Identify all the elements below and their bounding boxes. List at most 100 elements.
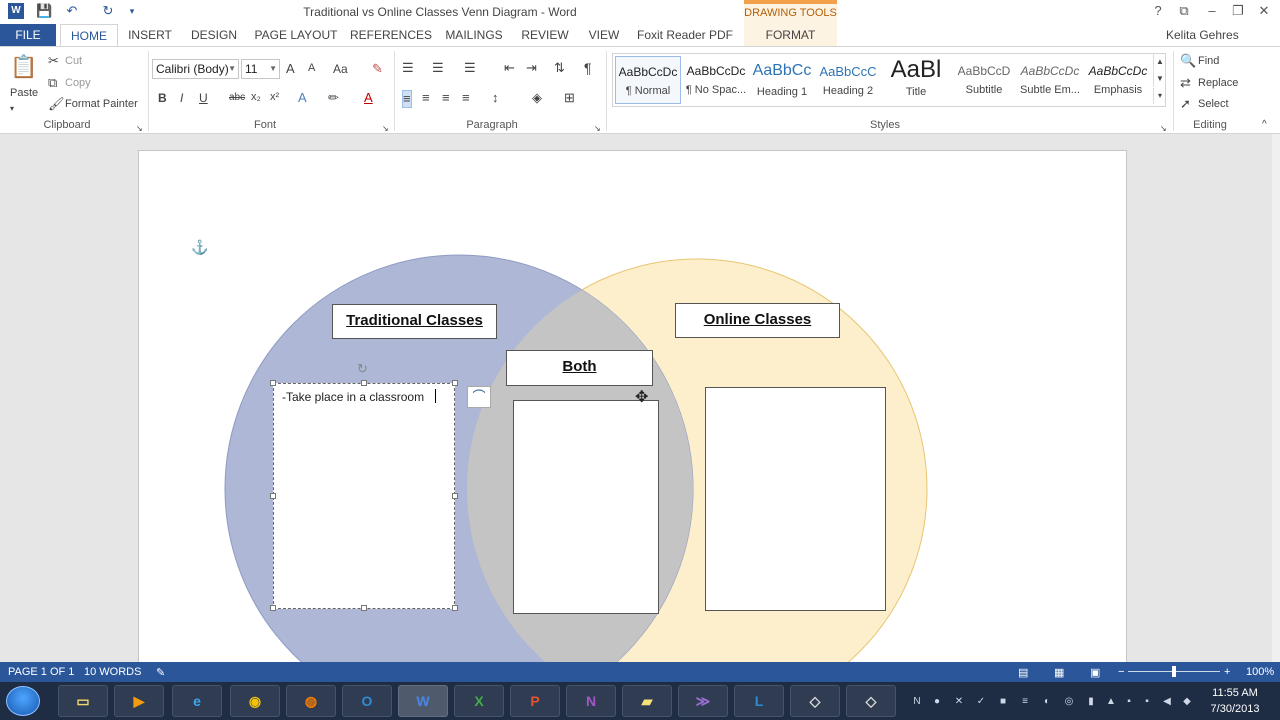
show-formatting-marks-button[interactable]: ¶ [584,60,592,76]
style-subtle-emphasis[interactable]: AaBbCcDc Subtle Em... [1017,56,1083,104]
resize-handle[interactable] [452,380,458,386]
internet-explorer-icon[interactable]: e [172,685,222,717]
clock-time[interactable]: 11:55 AM [1200,687,1270,699]
tab-mailings[interactable]: MAILINGS [440,24,508,46]
paste-button[interactable]: Paste [10,87,38,99]
tray-icon[interactable]: ▮ [1084,696,1098,708]
tab-design[interactable]: DESIGN [184,24,244,46]
app-icon[interactable]: ◇ [790,685,840,717]
paste-icon[interactable]: 📋 [10,53,38,81]
find-icon[interactable]: 🔍 [1180,53,1196,69]
explorer-icon[interactable]: ▭ [58,685,108,717]
tab-page-layout[interactable]: PAGE LAYOUT [250,24,342,46]
superscript-button[interactable]: x² [270,91,279,103]
traditional-classes-label[interactable]: Traditional Classes [332,304,497,339]
tray-icon[interactable]: ▪ [1140,696,1154,708]
copy-button[interactable]: Copy [65,77,91,89]
close-icon[interactable]: ✕ [1252,2,1276,20]
zoom-level[interactable]: 100% [1246,666,1274,678]
format-painter-button[interactable]: Format Painter [65,98,138,110]
sticky-notes-icon[interactable]: ▰ [622,685,672,717]
resize-handle[interactable] [452,493,458,499]
ribbon-display-options-icon[interactable]: ⧉ [1172,2,1196,20]
web-layout-icon[interactable]: ▣ [1090,666,1100,679]
italic-button[interactable]: I [180,91,183,105]
chrome-icon[interactable]: ◉ [230,685,280,717]
read-mode-icon[interactable]: ▤ [1018,666,1028,679]
tab-home[interactable]: HOME [60,24,118,46]
subscript-button[interactable]: x₂ [251,91,261,103]
zoom-slider-thumb[interactable] [1172,666,1176,677]
tab-foxit-reader-pdf[interactable]: Foxit Reader PDF [634,24,736,46]
decrease-indent-icon[interactable]: ⇤ [504,60,515,76]
zoom-in-icon[interactable]: + [1224,666,1230,678]
style-heading-1[interactable]: AaBbCc Heading 1 [749,56,815,104]
multilevel-list-icon[interactable]: ☰ [464,60,476,76]
select-icon[interactable]: ➚ [1180,96,1191,112]
styles-more-icon[interactable]: ▾ [1153,88,1166,104]
increase-indent-icon[interactable]: ⇥ [526,60,537,76]
clear-formatting-icon[interactable]: ✎ [372,61,383,77]
format-painter-icon[interactable]: 🖌 [48,96,65,112]
layout-options-icon[interactable]: ⌒ [467,386,491,408]
document-page[interactable]: ⚓ Traditional Classes Online Classes Bot… [138,150,1127,663]
page-count[interactable]: PAGE 1 OF 1 [8,666,74,678]
restore-icon[interactable]: ❐ [1226,2,1250,20]
tab-review[interactable]: REVIEW [514,24,576,46]
font-size-select[interactable]: 11 ▼ [241,59,280,79]
align-center-icon[interactable]: ≡ [422,90,430,106]
strikethrough-button[interactable]: abc [229,92,245,103]
print-layout-icon[interactable]: ▦ [1054,666,1064,679]
volume-icon[interactable]: ◀ [1160,696,1174,708]
bullets-icon[interactable]: ☰ [402,60,414,76]
find-button[interactable]: Find [1198,55,1219,67]
lync-icon[interactable]: L [734,685,784,717]
underline-button[interactable]: U [199,91,208,105]
borders-icon[interactable]: ⊞ [564,90,575,106]
numbering-icon[interactable]: ☰ [432,60,444,76]
paste-dropdown-icon[interactable]: ▾ [10,101,14,117]
highlight-icon[interactable]: ✏ [328,90,339,106]
traditional-text-box[interactable]: -Take place in a classroom [273,383,455,609]
select-button[interactable]: Select [1198,98,1229,110]
network-icon[interactable]: ▲ [1104,696,1118,708]
tray-icon[interactable]: ≡ [1018,696,1032,708]
visual-studio-icon[interactable]: ≫ [678,685,728,717]
word-taskbar-icon[interactable]: W [398,685,448,717]
tray-icon[interactable]: ● [930,696,944,708]
media-player-icon[interactable]: ▶ [114,685,164,717]
both-text-box[interactable] [513,400,659,614]
help-button[interactable]: ? [1146,2,1170,20]
resize-handle[interactable] [270,493,276,499]
text-effects-icon[interactable]: A [298,90,307,106]
minimize-icon[interactable]: – [1200,2,1224,20]
style-no-spacing[interactable]: AaBbCcDc ¶ No Spac... [683,56,749,104]
copy-icon[interactable]: ⧉ [48,75,57,91]
replace-button[interactable]: Replace [1198,77,1238,89]
tray-icon[interactable]: ✓ [974,696,988,708]
shrink-font-button[interactable]: A [308,62,315,74]
tab-references[interactable]: REFERENCES [348,24,434,46]
collapse-ribbon-icon[interactable]: ^ [1262,117,1267,133]
vertical-scrollbar[interactable] [1272,134,1280,662]
styles-scroll-up-icon[interactable]: ▲ [1153,54,1166,70]
start-button[interactable] [6,686,40,716]
user-name[interactable]: Kelita Gehres [1166,28,1239,42]
align-left-icon[interactable]: ≡ [402,90,412,108]
style-title[interactable]: AaBl Title [883,56,949,104]
resize-handle[interactable] [361,380,367,386]
both-label[interactable]: Both [506,350,653,386]
change-case-button[interactable]: Aa [333,62,348,76]
tray-icon[interactable]: ◎ [1062,696,1076,708]
style-subtitle[interactable]: AaBbCcD Subtitle [951,56,1017,104]
rotate-handle-icon[interactable]: ↻ [357,361,368,377]
app-icon[interactable]: ◇ [846,685,896,717]
tab-insert[interactable]: INSERT [122,24,178,46]
tray-icon[interactable]: ■ [996,696,1010,708]
justify-icon[interactable]: ≡ [462,90,470,106]
resize-handle[interactable] [452,605,458,611]
firefox-icon[interactable]: ◍ [286,685,336,717]
powerpoint-icon[interactable]: P [510,685,560,717]
cut-button[interactable]: Cut [65,55,82,67]
tab-file[interactable]: FILE [0,24,56,46]
